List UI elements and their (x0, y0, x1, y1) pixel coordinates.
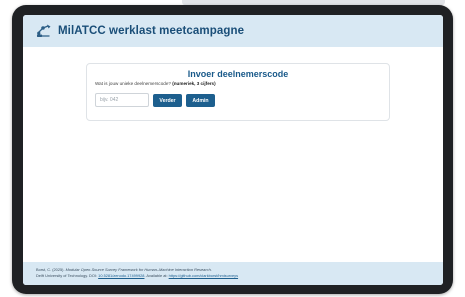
tablet-screen: MilATCC werklast meetcampagne Invoer dee… (23, 15, 443, 285)
app-title: MilATCC werklast meetcampagne (58, 25, 245, 37)
code-question: Wat is jouw unieke deelnemerscode? (nume… (95, 81, 216, 86)
tablet-frame: MilATCC werklast meetcampagne Invoer dee… (12, 5, 453, 294)
admin-button[interactable]: Admin (186, 94, 215, 107)
code-question-text: Wat is jouw unieke deelnemerscode? (95, 81, 171, 86)
citation-prefix: Borst, C. (2025). (36, 267, 65, 272)
card-title: Invoer deelnemerscode (187, 69, 289, 79)
citation-title: Modular Open-Source Survey Framework for… (65, 267, 212, 272)
participant-code-card: Invoer deelnemerscode Wat is jouw unieke… (86, 63, 390, 121)
app-header: MilATCC werklast meetcampagne (23, 15, 443, 47)
verder-button[interactable]: Verder (153, 94, 182, 107)
mechanical-arm-logo-icon (36, 23, 52, 39)
available-text: . Available at: (144, 272, 168, 278)
doi-link[interactable]: 10.5281/zenodo.17499928 (98, 273, 144, 278)
scene: MilATCC werklast meetcampagne Invoer dee… (0, 0, 465, 297)
code-question-hint: (numeriek, 3 cijfers) (172, 81, 216, 86)
citation-line-2: Delft University of Technology. DOI: 10.… (36, 273, 430, 279)
participant-code-input[interactable] (95, 93, 149, 107)
main-content: Invoer deelnemerscode Wat is jouw unieke… (23, 47, 443, 262)
app-footer: Borst, C. (2025). Modular Open-Source Su… (23, 262, 443, 285)
github-link[interactable]: https://github.com/clarkborst/hmisurveys (169, 273, 238, 278)
citation-institution: Delft University of Technology. DOI: (36, 272, 98, 278)
